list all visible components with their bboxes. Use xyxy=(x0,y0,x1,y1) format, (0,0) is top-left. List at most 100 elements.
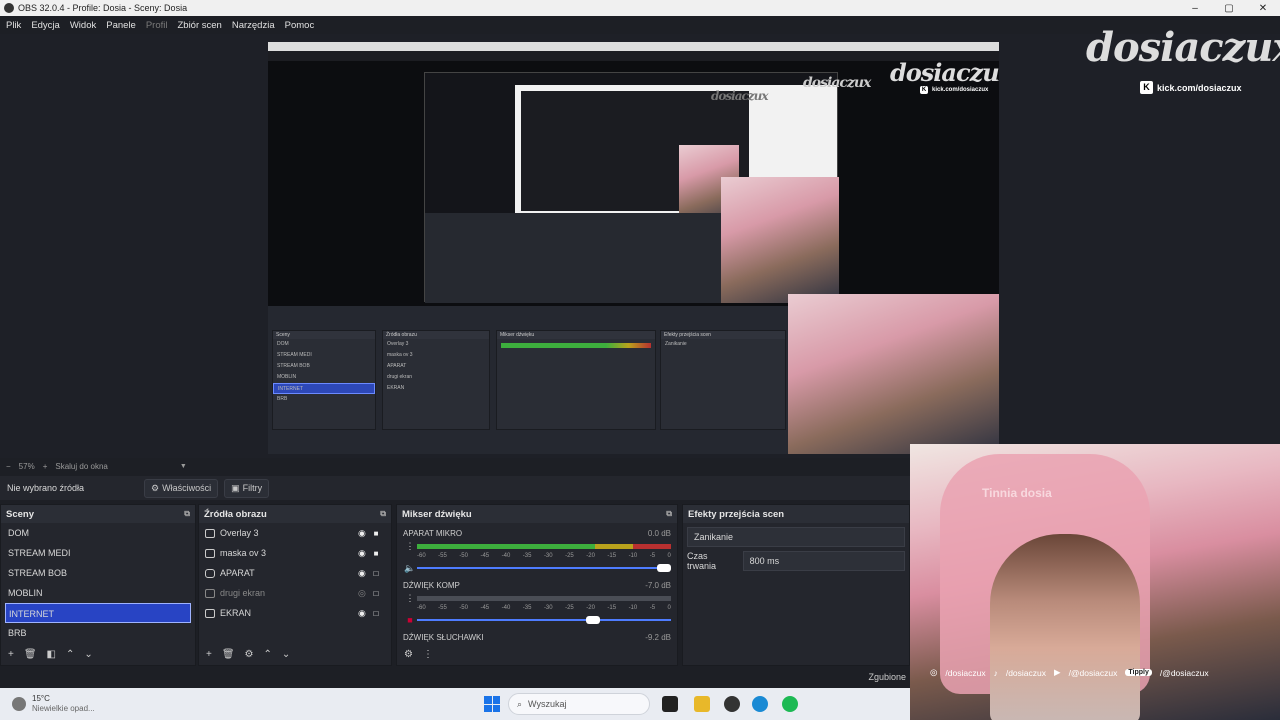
move-up-icon[interactable]: ⌃ xyxy=(66,649,74,660)
scenes-dock: Sceny ⧉ DOM STREAM MEDI STREAM BOB MOBLI… xyxy=(0,504,196,666)
move-down-icon[interactable]: ⌄ xyxy=(282,649,290,660)
scenes-footer: + 🗑 ◧ ⌃ ⌄ xyxy=(1,643,195,665)
kick-icon: K xyxy=(920,86,928,94)
eye-icon[interactable]: ◉ xyxy=(358,548,369,559)
zoom-mode-select[interactable]: Skaluj do okna xyxy=(55,462,107,471)
nested-source-item: drugi ekran xyxy=(387,374,413,380)
kebab-menu-icon[interactable]: ⋮ xyxy=(423,649,433,660)
undock-icon[interactable]: ⧉ xyxy=(184,509,190,519)
undock-icon[interactable]: ⧉ xyxy=(380,509,386,519)
nested-kick-url: kick.com/dosiaczux xyxy=(932,87,989,93)
add-icon[interactable]: + xyxy=(8,649,14,660)
move-up-icon[interactable]: ⌃ xyxy=(264,649,272,660)
gear-icon[interactable]: ⚙ xyxy=(245,649,254,660)
lock-closed-icon[interactable]: ■ xyxy=(369,529,383,538)
nested-webcam xyxy=(788,294,999,454)
menu-pomoc[interactable]: Pomoc xyxy=(285,20,315,31)
close-button[interactable]: ✕ xyxy=(1246,3,1280,14)
volume-fader[interactable] xyxy=(417,564,671,572)
menu-profil[interactable]: Profil xyxy=(146,20,168,31)
taskbar-search[interactable]: ⌕ Wyszukaj xyxy=(508,693,650,715)
sources-header: Źródła obrazu ⧉ xyxy=(199,505,391,523)
windows-start-icon[interactable] xyxy=(484,696,500,712)
menu-panele[interactable]: Panele xyxy=(106,20,136,31)
trash-icon[interactable]: 🗑 xyxy=(24,649,37,660)
scene-icon xyxy=(205,528,215,538)
display-icon xyxy=(205,608,215,618)
camera-icon xyxy=(205,568,215,578)
duration-input[interactable]: 800 ms xyxy=(742,551,905,571)
source-item[interactable]: drugi ekran ◎ □ xyxy=(199,583,391,603)
move-down-icon[interactable]: ⌄ xyxy=(84,649,92,660)
file-explorer-icon[interactable] xyxy=(694,696,710,712)
preview-canvas[interactable]: dosiaczux dosiaczux dosiaczux K kick.com… xyxy=(268,42,999,454)
source-item[interactable]: maska ov 3 ◉ ■ xyxy=(199,543,391,563)
obs-taskbar-icon[interactable] xyxy=(724,696,740,712)
mixer-channel: DŹWIĘK KOMP -7.0 dB ⋮ -60 -55 -50 -45 -40 -35… xyxy=(397,579,677,627)
trash-icon[interactable]: 🗑 xyxy=(222,649,235,660)
spotify-icon[interactable] xyxy=(782,696,798,712)
zoom-out-button[interactable]: − xyxy=(6,462,11,471)
muted-speaker-icon[interactable]: ■ xyxy=(403,615,417,625)
source-item[interactable]: Overlay 3 ◉ ■ xyxy=(199,523,391,543)
filters-label: Filtry xyxy=(242,483,263,493)
scale-tick: -30 xyxy=(543,605,553,611)
filters-button[interactable]: ▣ Filtry xyxy=(224,478,270,498)
chevron-down-icon[interactable]: ▼ xyxy=(180,463,187,470)
scene-item[interactable]: STREAM BOB xyxy=(1,563,195,583)
tiktok-icon: ♪ xyxy=(993,667,998,678)
nested-obs-titlebar xyxy=(268,42,999,51)
source-label: maska ov 3 xyxy=(220,548,267,558)
menu-plik[interactable]: Plik xyxy=(6,20,21,31)
edge-icon[interactable] xyxy=(752,696,768,712)
fader-knob[interactable] xyxy=(657,564,671,572)
source-item[interactable]: EKRAN ◉ □ xyxy=(199,603,391,623)
maximize-button[interactable]: ▢ xyxy=(1212,3,1246,14)
volume-fader[interactable] xyxy=(417,616,671,624)
scene-icon xyxy=(205,548,215,558)
fader-knob[interactable] xyxy=(585,616,600,624)
eye-icon[interactable]: ◉ xyxy=(358,528,369,539)
lock-open-icon[interactable]: □ xyxy=(369,569,383,578)
scene-item[interactable]: BRB xyxy=(1,623,195,643)
volume-meter xyxy=(417,595,671,601)
meter-segment xyxy=(594,543,633,549)
eye-icon[interactable]: ◉ xyxy=(358,608,369,619)
lock-closed-icon[interactable]: ■ xyxy=(369,549,383,558)
scale-tick: -60 xyxy=(417,553,426,559)
properties-button[interactable]: ⚙ Właściwości xyxy=(144,478,219,498)
add-icon[interactable]: + xyxy=(206,649,212,660)
mixer-dock: Mikser dźwięku ⧉ APARAT MIKRO 0.0 dB ⋮ -… xyxy=(396,504,678,666)
transition-select[interactable]: Zanikanie xyxy=(687,527,905,547)
scene-item[interactable]: STREAM MEDI xyxy=(1,543,195,563)
menu-edycja[interactable]: Edycja xyxy=(31,20,60,31)
task-view-icon[interactable] xyxy=(662,696,678,712)
menu-narzedzia[interactable]: Narzędzia xyxy=(232,20,275,31)
dosiaczux-logo: dosiaczux xyxy=(1086,24,1280,71)
lock-open-icon[interactable]: □ xyxy=(369,589,383,598)
scene-item-selected[interactable]: INTERNET xyxy=(5,603,191,623)
kebab-menu-icon[interactable]: ⋮ xyxy=(403,541,417,552)
zoom-value: 57% xyxy=(18,461,35,471)
sources-dock: Źródła obrazu ⧉ Overlay 3 ◉ ■ maska ov 3… xyxy=(198,504,392,666)
eye-icon[interactable]: ◉ xyxy=(358,568,369,579)
scene-item[interactable]: DOM xyxy=(1,523,195,543)
weather-widget[interactable]: 15°C Niewielkie opad... xyxy=(12,694,95,714)
advanced-audio-icon[interactable]: ⚙ xyxy=(404,649,413,660)
nested-transitions-title: Efekty przejścia scen xyxy=(661,331,785,339)
lock-open-icon[interactable]: □ xyxy=(369,609,383,618)
minimize-button[interactable]: – xyxy=(1178,3,1212,14)
eye-hidden-icon[interactable]: ◎ xyxy=(358,588,369,599)
display-icon xyxy=(205,588,215,598)
kebab-menu-icon[interactable]: ⋮ xyxy=(403,593,417,604)
source-item[interactable]: APARAT ◉ □ xyxy=(199,563,391,583)
filter-icon[interactable]: ◧ xyxy=(47,649,56,660)
menu-zbior-scen[interactable]: Zbiór scen xyxy=(177,20,221,31)
menu-widok[interactable]: Widok xyxy=(70,20,96,31)
speaker-icon[interactable]: 🔈 xyxy=(403,563,417,574)
undock-icon[interactable]: ⧉ xyxy=(666,509,672,519)
zoom-in-button[interactable]: + xyxy=(43,462,48,471)
scene-item[interactable]: MOBLIN xyxy=(1,583,195,603)
nested-source-item: Overlay 3 xyxy=(387,341,409,347)
scale-tick: -10 xyxy=(628,605,638,611)
